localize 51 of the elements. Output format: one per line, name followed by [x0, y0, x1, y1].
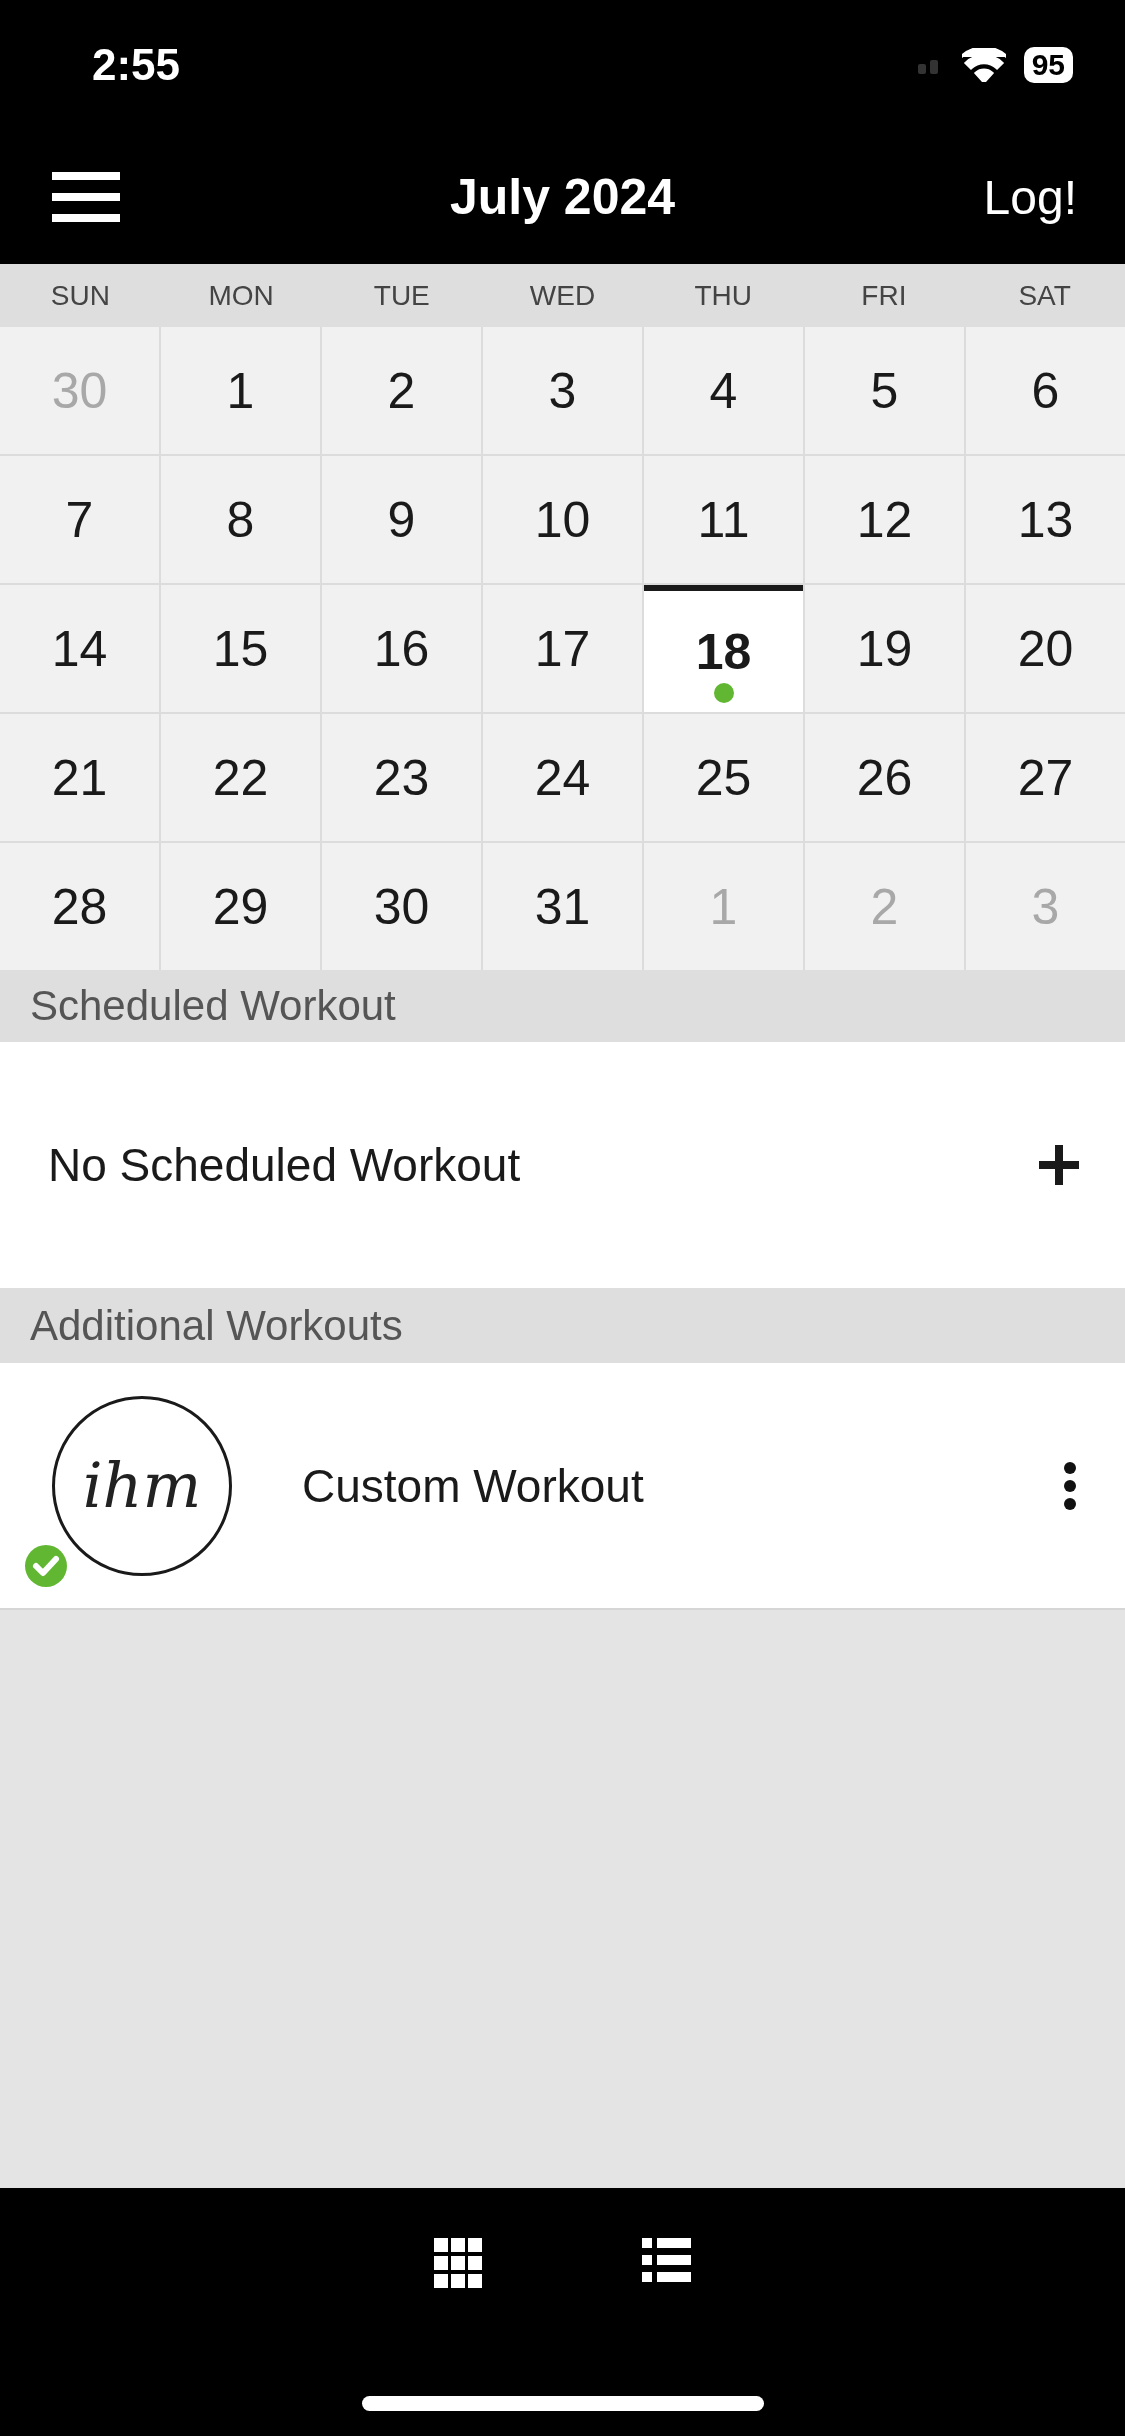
calendar-day[interactable]: 26 — [805, 714, 964, 841]
calendar-day[interactable]: 20 — [966, 585, 1125, 712]
calendar-day[interactable]: 22 — [161, 714, 320, 841]
calendar-day[interactable]: 17 — [483, 585, 642, 712]
calendar-day[interactable]: 19 — [805, 585, 964, 712]
calendar-day[interactable]: 27 — [966, 714, 1125, 841]
calendar-day[interactable]: 11 — [644, 456, 803, 583]
weekday-label: SAT — [1017, 279, 1072, 312]
more-button[interactable] — [1063, 1460, 1077, 1511]
calendar-day[interactable]: 18 — [644, 585, 803, 712]
status-time: 2:55 — [92, 40, 181, 90]
calendar-day[interactable]: 10 — [483, 456, 642, 583]
wifi-icon — [961, 48, 1006, 82]
calendar-day[interactable]: 23 — [322, 714, 481, 841]
calendar-day[interactable]: 28 — [0, 843, 159, 970]
weekday-label: TUE — [372, 279, 431, 312]
calendar-day[interactable]: 7 — [0, 456, 159, 583]
empty-message: No Scheduled Workout — [48, 1138, 521, 1192]
add-button[interactable] — [1039, 1145, 1079, 1185]
calendar-day[interactable]: 1 — [161, 327, 320, 454]
calendar-day[interactable]: 21 — [0, 714, 159, 841]
log-button[interactable]: Log! — [983, 169, 1077, 225]
calendar-day[interactable]: 6 — [966, 327, 1125, 454]
battery-level: 95 — [1023, 47, 1073, 83]
calendar-day[interactable]: 13 — [966, 456, 1125, 583]
month-title: July 2024 — [449, 168, 676, 226]
weekday-label: FRI — [860, 279, 908, 312]
menu-button[interactable] — [52, 172, 120, 222]
calendar-day[interactable]: 4 — [644, 327, 803, 454]
weekday-label: SUN — [49, 279, 111, 312]
section-heading: Additional Workouts — [0, 1288, 1125, 1363]
calendar-day[interactable]: 12 — [805, 456, 964, 583]
calendar-day[interactable]: 25 — [644, 714, 803, 841]
calendar-day[interactable]: 8 — [161, 456, 320, 583]
weekday-label: THU — [693, 279, 753, 312]
section-heading: Scheduled Workout — [0, 970, 1125, 1042]
calendar-day[interactable]: 5 — [805, 327, 964, 454]
calendar-day[interactable]: 3 — [483, 327, 642, 454]
calendar-day[interactable]: 30 — [322, 843, 481, 970]
calendar-day[interactable]: 9 — [322, 456, 481, 583]
calendar-day[interactable]: 24 — [483, 714, 642, 841]
calendar-day[interactable]: 2 — [322, 327, 481, 454]
weekday-label: MON — [207, 279, 275, 312]
calendar-day[interactable]: 14 — [0, 585, 159, 712]
calendar-day[interactable]: 15 — [161, 585, 320, 712]
calendar-day[interactable]: 29 — [161, 843, 320, 970]
calendar-day[interactable]: 31 — [483, 843, 642, 970]
calendar-day[interactable]: 16 — [322, 585, 481, 712]
workout-name: Custom Workout — [302, 1458, 645, 1513]
grid-view-button[interactable] — [433, 2238, 482, 2288]
weekday-label: WED — [528, 279, 597, 312]
